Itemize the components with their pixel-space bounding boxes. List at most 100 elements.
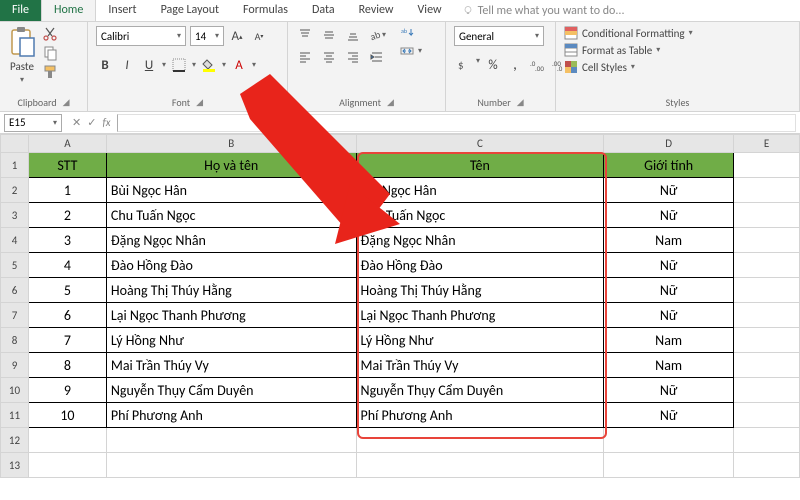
- col-header-A[interactable]: A: [28, 135, 106, 153]
- tab-insert[interactable]: Insert: [96, 0, 148, 21]
- cell[interactable]: Nữ: [604, 253, 734, 278]
- accounting-format-icon[interactable]: $: [454, 56, 472, 74]
- tab-page-layout[interactable]: Page Layout: [149, 0, 231, 21]
- cell[interactable]: Nam: [604, 328, 734, 353]
- cell[interactable]: Nữ: [604, 403, 734, 428]
- cell[interactable]: [734, 353, 800, 378]
- cell[interactable]: Phí Phương Anh: [356, 403, 604, 428]
- col-header-B[interactable]: B: [106, 135, 356, 153]
- row-header-13[interactable]: 13: [1, 453, 29, 478]
- cell[interactable]: Bùi Ngọc Hân: [356, 178, 604, 203]
- cell[interactable]: 3: [28, 228, 106, 253]
- cell[interactable]: Mai Trần Thúy Vy: [356, 353, 604, 378]
- font-launcher[interactable]: ◢: [196, 97, 203, 108]
- cell[interactable]: [604, 428, 734, 453]
- indent-icon[interactable]: [368, 48, 386, 66]
- cell[interactable]: Nguyễn Thụy Cẩm Duyên: [106, 378, 356, 403]
- cell[interactable]: Nữ: [604, 303, 734, 328]
- cell[interactable]: [734, 378, 800, 403]
- cell[interactable]: Lại Ngọc Thanh Phương: [106, 303, 356, 328]
- font-color-button[interactable]: A: [230, 56, 248, 74]
- cell[interactable]: [734, 178, 800, 203]
- cell[interactable]: Nam: [604, 228, 734, 253]
- cell[interactable]: Nữ: [604, 178, 734, 203]
- row-header-12[interactable]: 12: [1, 428, 29, 453]
- cell[interactable]: [28, 453, 106, 478]
- cell[interactable]: [734, 403, 800, 428]
- header-gioi-tinh[interactable]: Giới tính: [604, 153, 734, 178]
- fx-icon[interactable]: fx: [102, 116, 110, 129]
- decrease-font-icon[interactable]: A▾: [250, 27, 268, 45]
- cell[interactable]: Bùi Ngọc Hân: [106, 178, 356, 203]
- cell[interactable]: [106, 453, 356, 478]
- cancel-formula-icon[interactable]: ✕: [72, 116, 81, 129]
- row-header-7[interactable]: 7: [1, 303, 29, 328]
- conditional-formatting-button[interactable]: Conditional Formatting▾: [564, 26, 693, 40]
- clipboard-launcher[interactable]: ◢: [63, 97, 70, 108]
- tab-file[interactable]: File: [0, 0, 41, 21]
- align-top-icon[interactable]: [296, 26, 314, 44]
- cell[interactable]: Chu Tuấn Ngọc: [356, 203, 604, 228]
- cell[interactable]: [734, 303, 800, 328]
- row-header-2[interactable]: 2: [1, 178, 29, 203]
- row-header-8[interactable]: 8: [1, 328, 29, 353]
- tab-review[interactable]: Review: [347, 0, 406, 21]
- header-stt[interactable]: STT: [28, 153, 106, 178]
- percent-format-icon[interactable]: %: [484, 56, 502, 74]
- tab-home[interactable]: Home: [41, 0, 96, 21]
- bold-button[interactable]: B: [96, 56, 114, 74]
- border-button[interactable]: [170, 56, 188, 74]
- cell[interactable]: [734, 153, 800, 178]
- cell[interactable]: 10: [28, 403, 106, 428]
- tab-formulas[interactable]: Formulas: [231, 0, 300, 21]
- name-box[interactable]: E15▾: [4, 114, 62, 132]
- cell[interactable]: 1: [28, 178, 106, 203]
- format-painter-icon[interactable]: [42, 64, 58, 80]
- row-header-3[interactable]: 3: [1, 203, 29, 228]
- comma-format-icon[interactable]: ,: [506, 56, 524, 74]
- cell[interactable]: [734, 428, 800, 453]
- number-launcher[interactable]: ◢: [517, 97, 524, 108]
- cell[interactable]: [734, 328, 800, 353]
- cell[interactable]: 7: [28, 328, 106, 353]
- cell[interactable]: Nguyễn Thụy Cẩm Duyên: [356, 378, 604, 403]
- cell[interactable]: Đặng Ngọc Nhân: [356, 228, 604, 253]
- select-all-corner[interactable]: [1, 135, 29, 153]
- tell-me-search[interactable]: Tell me what you want to do...: [454, 0, 633, 21]
- col-header-C[interactable]: C: [356, 135, 604, 153]
- tab-view[interactable]: View: [406, 0, 454, 21]
- font-size-select[interactable]: 14▾: [190, 26, 224, 46]
- cell[interactable]: Mai Trần Thúy Vy: [106, 353, 356, 378]
- align-center-icon[interactable]: [320, 48, 338, 66]
- cell[interactable]: [734, 278, 800, 303]
- cut-icon[interactable]: [42, 26, 58, 42]
- cell-styles-button[interactable]: Cell Styles▾: [564, 60, 693, 74]
- col-header-E[interactable]: E: [734, 135, 800, 153]
- align-middle-icon[interactable]: [320, 26, 338, 44]
- row-header-5[interactable]: 5: [1, 253, 29, 278]
- header-ho-va-ten[interactable]: Họ và tên: [106, 153, 356, 178]
- format-as-table-button[interactable]: Format as Table▾: [564, 43, 693, 57]
- cell[interactable]: 4: [28, 253, 106, 278]
- cell[interactable]: [734, 253, 800, 278]
- underline-button[interactable]: U: [140, 56, 158, 74]
- align-left-icon[interactable]: [296, 48, 314, 66]
- cell[interactable]: [106, 428, 356, 453]
- col-header-D[interactable]: D: [604, 135, 734, 153]
- cell[interactable]: [356, 428, 604, 453]
- cell[interactable]: 5: [28, 278, 106, 303]
- orientation-icon[interactable]: ab▾: [368, 26, 386, 44]
- header-ten[interactable]: Tên: [356, 153, 604, 178]
- row-header-1[interactable]: 1: [1, 153, 29, 178]
- cell[interactable]: [356, 453, 604, 478]
- cell[interactable]: 6: [28, 303, 106, 328]
- cell[interactable]: Chu Tuấn Ngọc: [106, 203, 356, 228]
- cell[interactable]: Hoàng Thị Thúy Hằng: [356, 278, 604, 303]
- cell[interactable]: Hoàng Thị Thúy Hằng: [106, 278, 356, 303]
- cell[interactable]: [734, 453, 800, 478]
- increase-font-icon[interactable]: A▴: [228, 27, 246, 45]
- cell[interactable]: Lại Ngọc Thanh Phương: [356, 303, 604, 328]
- number-format-select[interactable]: General▾: [454, 26, 544, 46]
- wrap-text-button[interactable]: ab: [400, 26, 422, 40]
- cell[interactable]: [734, 203, 800, 228]
